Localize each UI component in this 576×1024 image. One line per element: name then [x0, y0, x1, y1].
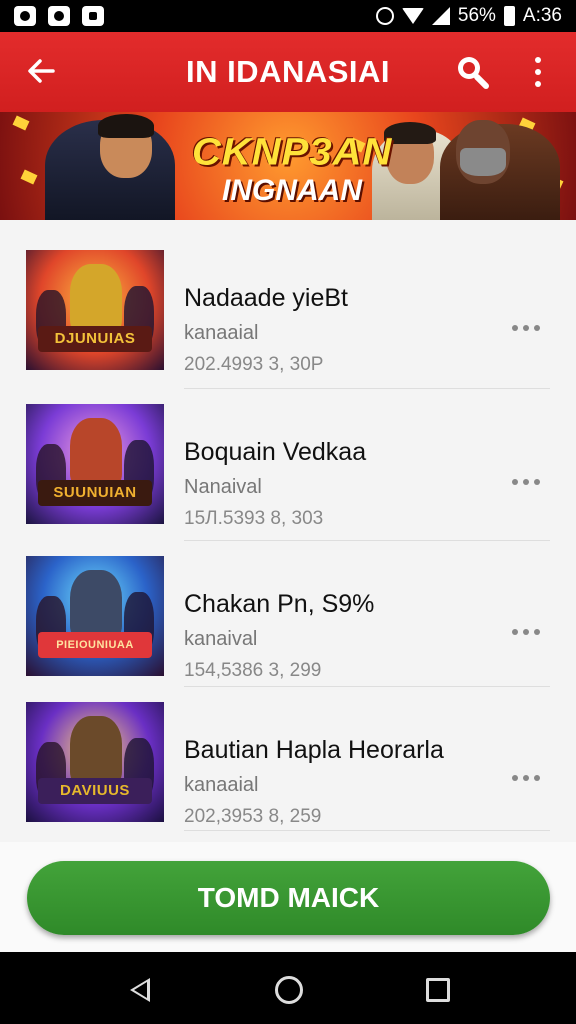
thumbnail-logo: SUUNUIAN: [38, 480, 152, 506]
game-meta: 202.4993 3, 30P: [184, 354, 324, 375]
thumbnail-logo: PIEIOUNIUAA: [38, 632, 152, 658]
search-icon: [458, 57, 489, 89]
nav-back-icon[interactable]: [130, 978, 150, 1002]
game-subtitle: kanaaial: [184, 322, 259, 344]
alarm-icon: [375, 7, 394, 25]
more-dot-icon: [534, 325, 540, 331]
system-indicators: 56% A:36: [375, 5, 562, 27]
game-meta: 154,5386 3, 299: [184, 660, 322, 681]
game-title: Chakan Pn, S9%: [184, 590, 375, 618]
more-dot-icon: [523, 325, 529, 331]
hero-hair: [98, 114, 154, 138]
banner-title: CKNP3AN: [192, 131, 393, 173]
game-meta: 202,3953 8, 259: [184, 806, 322, 827]
app-notification-icon: [14, 6, 36, 26]
more-dot-icon: [523, 629, 529, 635]
confetti-decoration: [20, 169, 38, 185]
more-dot-icon: [534, 629, 540, 635]
battery-percent: 56%: [457, 5, 496, 26]
menu-dot-icon: [535, 57, 541, 63]
thumbnail-logo: DJUNUIAS: [38, 326, 152, 352]
more-options-button[interactable]: [512, 768, 552, 788]
system-navigation-bar: [0, 952, 576, 1024]
more-dot-icon: [534, 479, 540, 485]
game-subtitle: kanaival: [184, 628, 258, 650]
thumbnail-logo: DAVIUUS: [38, 778, 152, 804]
more-options-button[interactable]: [512, 318, 552, 338]
divider: [184, 388, 550, 389]
more-dot-icon: [523, 479, 529, 485]
game-subtitle: Nanaival: [184, 476, 262, 498]
nav-home-icon[interactable]: [275, 976, 303, 1004]
game-subtitle: kanaaial: [184, 774, 259, 796]
confetti-decoration: [12, 115, 30, 131]
more-dot-icon: [512, 479, 518, 485]
game-thumbnail[interactable]: SUUNUIAN: [26, 404, 164, 524]
more-dot-icon: [523, 775, 529, 781]
status-bar: 56% A:36: [0, 0, 576, 32]
list-item[interactable]: DJUNUIAS Nadaade yieBt kanaaial 202.4993…: [0, 240, 576, 389]
thumbnail-hero: [70, 570, 122, 640]
more-dot-icon: [512, 325, 518, 331]
more-dot-icon: [512, 775, 518, 781]
game-meta: 15Л.5393 8, 303: [184, 508, 324, 529]
wifi-icon: [401, 8, 424, 24]
notification-icons: [14, 6, 104, 26]
thumbnail-hero: [70, 716, 122, 786]
game-thumbnail[interactable]: DAVIUUS: [26, 702, 164, 822]
thumbnail-hero: [70, 264, 122, 334]
store-notification-icon: [82, 6, 104, 26]
battery-icon: [503, 6, 515, 26]
game-list: DJUNUIAS Nadaade yieBt kanaaial 202.4993…: [0, 220, 576, 842]
game-thumbnail[interactable]: DJUNUIAS: [26, 250, 164, 370]
game-title: Bautian Hapla Heorarla: [184, 736, 444, 764]
list-item[interactable]: SUUNUIAN Boquain Vedkaa Nanaival 15Л.539…: [0, 394, 576, 541]
more-dot-icon: [534, 775, 540, 781]
game-thumbnail[interactable]: PIEIOUNIUAA: [26, 556, 164, 676]
camera-notification-icon: [48, 6, 70, 26]
more-options-button[interactable]: [512, 472, 552, 492]
divider: [184, 540, 550, 541]
divider: [184, 830, 550, 831]
nav-recents-icon[interactable]: [426, 978, 450, 1002]
banner-subtitle: INGNAAN: [222, 174, 362, 207]
app-bar: IN IDANASIAI: [0, 32, 576, 112]
menu-dot-icon: [535, 81, 541, 87]
promo-banner[interactable]: CKNP3AN INGNAAN: [0, 112, 576, 220]
signal-icon: [431, 7, 450, 25]
game-title: Nadaade yieBt: [184, 284, 349, 312]
thumbnail-hero: [70, 418, 122, 488]
game-title: Boquain Vedkaa: [184, 438, 367, 466]
menu-dot-icon: [535, 69, 541, 75]
bottom-action-panel: TOMD MAICK: [0, 842, 576, 952]
divider: [184, 686, 550, 687]
primary-action-button[interactable]: TOMD MAICK: [27, 861, 550, 935]
overflow-menu-button[interactable]: [522, 52, 554, 92]
hero-mask: [460, 148, 506, 176]
more-options-button[interactable]: [512, 622, 552, 642]
more-dot-icon: [512, 629, 518, 635]
search-button[interactable]: [452, 52, 492, 92]
list-item[interactable]: PIEIOUNIUAA Chakan Pn, S9% kanaival 154,…: [0, 546, 576, 692]
list-item[interactable]: DAVIUUS Bautian Hapla Heorarla kanaaial …: [0, 692, 576, 838]
clock: A:36: [522, 5, 562, 26]
